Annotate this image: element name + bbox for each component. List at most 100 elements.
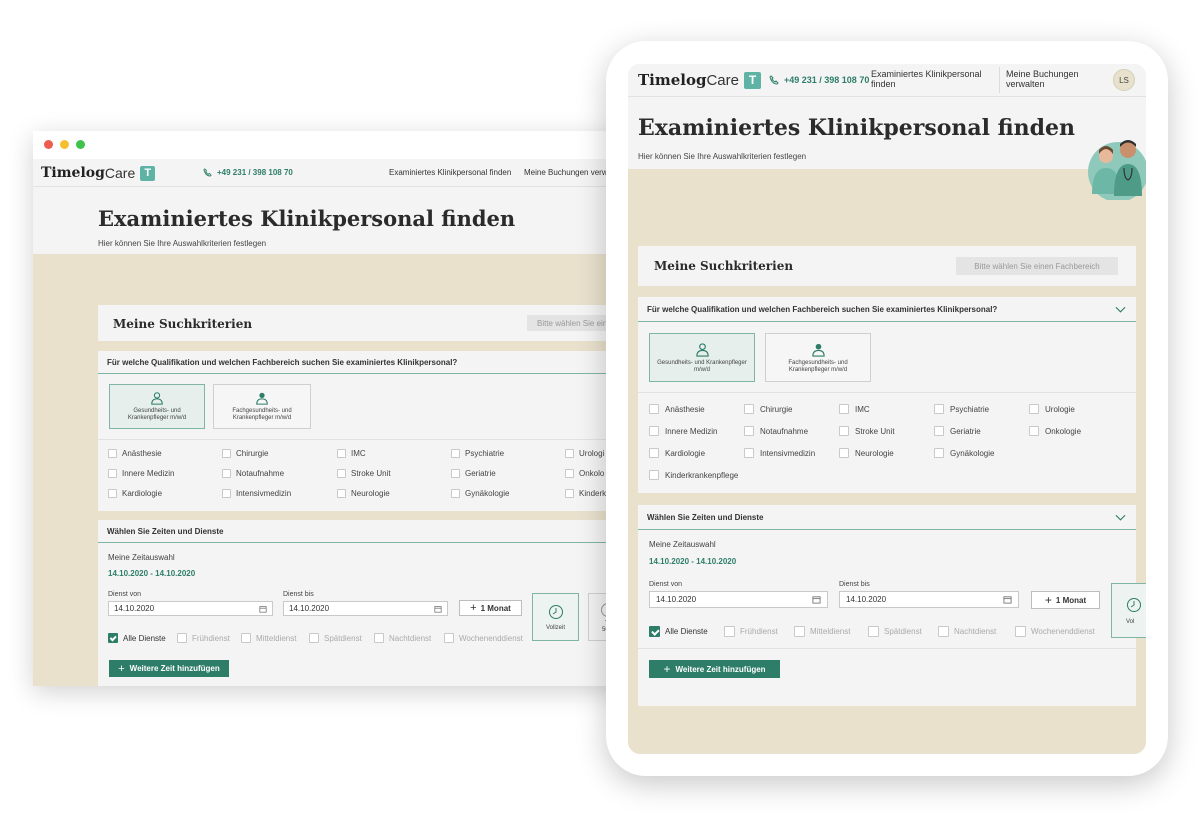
- logo[interactable]: Timelog Care T: [638, 71, 761, 89]
- to-date-input[interactable]: 14.10.2020: [839, 591, 1019, 608]
- time-section-header[interactable]: Wählen Sie Zeiten und Dienste: [638, 505, 1136, 530]
- tablet-nav: Timelog Care T +49 231 / 398 108 70 Exami…: [628, 64, 1146, 97]
- dept-kinderkrankenpflege[interactable]: Kinderkrankenpflege: [649, 470, 738, 480]
- add-time-label: Weitere Zeit hinzufügen: [675, 664, 766, 674]
- dept-neurologie[interactable]: Neurologie: [839, 448, 894, 458]
- qualification-section-header[interactable]: Für welche Qualifikation und welchen Fac…: [638, 297, 1136, 322]
- plus-icon: +: [118, 662, 125, 675]
- page-header: Examiniertes Klinikpersonal finden Hier …: [628, 97, 1146, 169]
- close-dot[interactable]: [44, 140, 53, 149]
- shift-frueh[interactable]: Frühdienst: [177, 633, 230, 643]
- dept-chirurgie[interactable]: Chirurgie: [222, 449, 268, 458]
- shift-all[interactable]: Alle Dienste: [649, 626, 708, 637]
- logo[interactable]: Timelog Care T: [41, 165, 156, 181]
- phone-icon: [203, 168, 212, 177]
- dept-label: Stroke Unit: [351, 469, 391, 478]
- dept-imc[interactable]: IMC: [337, 449, 366, 458]
- dept-kinderkrankenpflege[interactable]: Kinderk: [565, 489, 606, 498]
- phone-link[interactable]: +49 231 / 398 108 70: [203, 168, 293, 177]
- maximize-dot[interactable]: [76, 140, 85, 149]
- dept-imc[interactable]: IMC: [839, 404, 870, 414]
- shift-mittel[interactable]: Mitteldienst: [241, 633, 296, 643]
- add-time-label: Weitere Zeit hinzufügen: [129, 664, 220, 673]
- dept-notaufnahme[interactable]: Notaufnahme: [744, 426, 808, 436]
- dept-label: Stroke Unit: [855, 426, 895, 436]
- shift-wochenende[interactable]: Wochenenddienst: [1015, 626, 1095, 637]
- one-month-button[interactable]: +1 Monat: [459, 600, 522, 616]
- shift-label: Frühdienst: [740, 627, 778, 636]
- phone-link[interactable]: +49 231 / 398 108 70: [769, 75, 869, 85]
- shift-wochenende[interactable]: Wochenenddienst: [444, 633, 523, 643]
- dept-geriatrie[interactable]: Geriatrie: [934, 426, 981, 436]
- from-date-input[interactable]: 14.10.2020: [108, 601, 273, 616]
- dept-neurologie[interactable]: Neurologie: [337, 489, 390, 498]
- dept-chirurgie[interactable]: Chirurgie: [744, 404, 792, 414]
- dept-gynaekologie[interactable]: Gynäkologie: [451, 489, 509, 498]
- dept-notaufnahme[interactable]: Notaufnahme: [222, 469, 284, 478]
- qual-card-fgkp[interactable]: Fachgesundheits- und Krankenpfleger m/w/…: [213, 384, 311, 429]
- nav-find-link[interactable]: Examiniertes Klinikpersonal finden: [389, 168, 511, 177]
- qualification-panel: Für welche Qualifikation und welchen Fac…: [638, 297, 1136, 493]
- dept-gynaekologie[interactable]: Gynäkologie: [934, 448, 994, 458]
- chevron-down-icon[interactable]: [1115, 514, 1126, 521]
- department-hint-button[interactable]: Bitte wählen Sie einen Fachbereich: [956, 257, 1118, 275]
- minimize-dot[interactable]: [60, 140, 69, 149]
- tablet-screen: Timelog Care T +49 231 / 398 108 70 Exami…: [628, 64, 1146, 754]
- dept-label: Urologi: [579, 449, 605, 458]
- dept-stroke-unit[interactable]: Stroke Unit: [839, 426, 895, 436]
- dept-onkologie[interactable]: Onkolo: [565, 469, 604, 478]
- phone-number: +49 231 / 398 108 70: [784, 75, 870, 85]
- dept-label: Kinderkrankenpflege: [665, 470, 739, 480]
- dept-anaesthesie[interactable]: Anästhesie: [108, 449, 162, 458]
- logo-bold: Timelog: [41, 165, 105, 181]
- qual-card-gkp[interactable]: Gesundheits- und Krankenpfleger m/w/d: [649, 333, 755, 382]
- dept-intensivmedizin[interactable]: Intensivmedizin: [222, 489, 291, 498]
- dept-stroke-unit[interactable]: Stroke Unit: [337, 469, 391, 478]
- nav-bookings-link[interactable]: Meine Buchungen verwalten: [1006, 69, 1098, 89]
- to-date-value: 14.10.2020: [289, 604, 330, 613]
- shift-nacht[interactable]: Nachtdienst: [938, 626, 996, 637]
- logo-light: Care: [104, 165, 136, 181]
- one-month-label: 1 Monat: [480, 603, 511, 613]
- dept-innere-medizin[interactable]: Innere Medizin: [649, 426, 717, 436]
- qual-card-fgkp[interactable]: Fachgesundheits- und Krankenpfleger m/w/…: [765, 333, 871, 382]
- dept-geriatrie[interactable]: Geriatrie: [451, 469, 496, 478]
- specialist-nurse-icon: [811, 343, 825, 357]
- chevron-down-icon[interactable]: [1115, 306, 1126, 313]
- dept-label: Kardiologie: [665, 448, 706, 458]
- shift-nacht[interactable]: Nachtdienst: [374, 633, 431, 643]
- dept-label: Geriatrie: [465, 469, 496, 478]
- add-time-button[interactable]: + Weitere Zeit hinzufügen: [109, 660, 229, 677]
- fulltime-label: Vollzeit: [545, 624, 565, 631]
- qualification-question: Für welche Qualifikation und welchen Fac…: [647, 304, 998, 314]
- shift-spaet[interactable]: Spätdienst: [309, 633, 362, 643]
- fulltime-tile[interactable]: Vollzeit: [532, 593, 579, 641]
- to-date-input[interactable]: 14.10.2020: [283, 601, 448, 616]
- one-month-button[interactable]: +1 Monat: [1031, 591, 1100, 609]
- qual-card-gkp[interactable]: Gesundheits- und Krankenpfleger m/w/d: [109, 384, 205, 429]
- dept-kardiologie[interactable]: Kardiologie: [108, 489, 162, 498]
- dept-onkologie[interactable]: Onkologie: [1029, 426, 1081, 436]
- dept-label: Psychiatrie: [465, 449, 505, 458]
- dept-anaesthesie[interactable]: Anästhesie: [649, 404, 705, 414]
- dept-innere-medizin[interactable]: Innere Medizin: [108, 469, 174, 478]
- page-subtitle: Hier können Sie Ihre Auswahlkriterien fe…: [98, 239, 267, 248]
- fulltime-tile[interactable]: Vol: [1111, 583, 1146, 638]
- avatar[interactable]: LS: [1113, 69, 1135, 91]
- calendar-icon: [434, 605, 442, 613]
- criteria-header: Meine Suchkriterien Bitte wählen Sie ein…: [638, 246, 1136, 286]
- shift-all[interactable]: Alle Dienste: [108, 633, 166, 643]
- dept-psychiatrie[interactable]: Psychiatrie: [934, 404, 989, 414]
- shift-mittel[interactable]: Mitteldienst: [794, 626, 850, 637]
- dept-urologie[interactable]: Urologi: [565, 449, 604, 458]
- dept-urologie[interactable]: Urologie: [1029, 404, 1075, 414]
- nav-find-link[interactable]: Examiniertes Klinikpersonal finden: [871, 69, 983, 89]
- from-date-input[interactable]: 14.10.2020: [649, 591, 828, 608]
- shift-frueh[interactable]: Frühdienst: [724, 626, 778, 637]
- shift-spaet[interactable]: Spätdienst: [868, 626, 922, 637]
- dept-kardiologie[interactable]: Kardiologie: [649, 448, 705, 458]
- dept-psychiatrie[interactable]: Psychiatrie: [451, 449, 504, 458]
- add-time-button[interactable]: + Weitere Zeit hinzufügen: [649, 660, 780, 678]
- nav-bookings-link[interactable]: Meine Buchungen verw: [524, 168, 608, 177]
- dept-intensivmedizin[interactable]: Intensivmedizin: [744, 448, 815, 458]
